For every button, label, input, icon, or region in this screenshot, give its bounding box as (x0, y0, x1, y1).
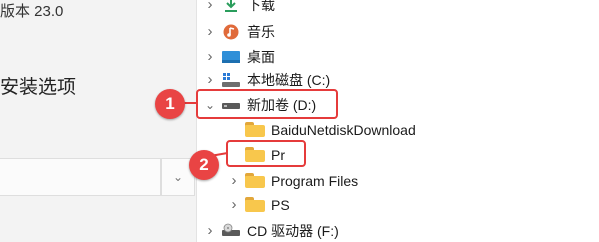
tree-item-downloads[interactable]: › 下载 (203, 0, 275, 16)
install-options-heading: 安装选项 (0, 77, 77, 98)
tree-item-drive-f[interactable]: › CD 驱动器 (F:) (203, 220, 339, 242)
folder-icon (245, 197, 265, 213)
chevron-right-icon[interactable]: › (227, 170, 241, 192)
tree-item-label: 音乐 (247, 24, 275, 40)
tree-item-label: BaiduNetdiskDownload (271, 122, 416, 138)
tree-item-baidunetdiskdownload[interactable]: › BaiduNetdiskDownload (227, 119, 416, 141)
music-icon (221, 24, 241, 40)
step1-badge: 1 (155, 89, 185, 119)
folder-icon (245, 147, 265, 163)
drive-icon (221, 97, 241, 113)
step2-badge: 2 (189, 150, 219, 180)
tree-item-pr[interactable]: › Pr (227, 144, 285, 166)
install-path-input[interactable] (0, 158, 161, 196)
tree-item-label: 桌面 (247, 49, 275, 65)
folder-icon (245, 173, 265, 189)
tree-item-label: PS (271, 197, 290, 213)
tree-item-label: CD 驱动器 (F:) (247, 223, 339, 239)
tree-item-drive-d[interactable]: ⌄ 新加卷 (D:) (203, 94, 316, 116)
tree-item-desktop[interactable]: › 桌面 (203, 46, 276, 68)
folder-icon (245, 122, 265, 138)
version-text: 版本 23.0 (0, 3, 64, 20)
tree-item-label: 新加卷 (D:) (247, 97, 317, 113)
tree-item-label: Program Files (271, 173, 359, 189)
tree-item-drive-c[interactable]: › 本地磁盘 (C:) (203, 69, 331, 91)
chevron-right-icon[interactable]: › (203, 21, 217, 43)
tree-item-ps[interactable]: › PS (227, 194, 290, 216)
installer-panel: 版本 23.0 安装选项 ⌄ (0, 0, 196, 242)
tree-item-music[interactable]: › 音乐 (203, 21, 276, 43)
chevron-right-icon[interactable]: › (203, 46, 217, 68)
tree-item-label: Pr (271, 147, 285, 163)
chevron-down-icon[interactable]: ⌄ (203, 94, 217, 116)
chevron-right-icon[interactable]: › (203, 220, 217, 242)
cd-drive-icon (221, 223, 241, 239)
drive-icon (221, 72, 241, 88)
chevron-right-icon[interactable]: › (203, 0, 217, 16)
desktop-icon (221, 49, 241, 65)
tree-item-label: 下载 (247, 0, 275, 13)
folder-tree: › 下载 › 音乐 › 桌面 › 本地磁盘 (C:) ⌄ 新加卷 (D:) Ba… (197, 0, 599, 242)
tree-item-program-files[interactable]: › Program Files (227, 170, 359, 192)
chevron-right-icon[interactable]: › (203, 69, 217, 91)
download-icon (221, 0, 241, 13)
tree-item-label: 本地磁盘 (C:) (247, 72, 331, 88)
chevron-right-icon[interactable]: › (227, 194, 241, 216)
